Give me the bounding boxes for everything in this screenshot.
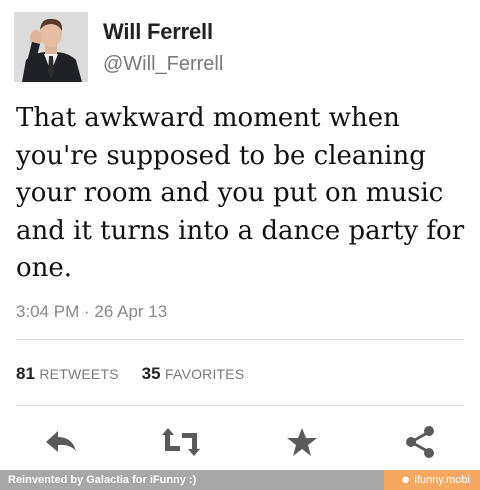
footer-site-watermark: ☻ ifunny.mobi xyxy=(384,470,480,490)
retweets-count[interactable]: 81 xyxy=(16,364,35,383)
tweet-line: your room and you put on music xyxy=(16,178,444,208)
favorites-count[interactable]: 35 xyxy=(142,364,161,383)
tweet-line: That awkward moment when xyxy=(16,103,400,133)
favorite-star-icon[interactable] xyxy=(283,424,321,460)
retweets-label[interactable]: RETWEETS xyxy=(39,366,118,382)
retweet-icon[interactable] xyxy=(160,424,200,460)
tweet-text: That awkward moment when you're supposed… xyxy=(16,100,474,288)
divider xyxy=(16,339,464,340)
tweet-line: you're supposed to be cleaning xyxy=(16,140,426,171)
tweet-stats: 81 RETWEETS 35 FAVORITES xyxy=(16,364,244,384)
divider xyxy=(16,405,464,406)
avatar[interactable] xyxy=(14,12,88,82)
share-icon[interactable] xyxy=(401,424,439,460)
favorites-label[interactable]: FAVORITES xyxy=(165,366,244,382)
footer-credit: Reinvented by Galactia for iFunny :) xyxy=(0,470,384,490)
reply-icon[interactable] xyxy=(42,424,80,460)
tweet-line: one. xyxy=(16,253,73,283)
profile-photo xyxy=(14,12,88,82)
display-name[interactable]: Will Ferrell xyxy=(103,19,213,45)
tweet-timestamp: 3:04 PM · 26 Apr 13 xyxy=(16,302,168,321)
watermark-footer: Reinvented by Galactia for iFunny :) ☻ i… xyxy=(0,470,480,490)
tweet-line: and it turns into a dance party for xyxy=(16,215,465,246)
user-handle[interactable]: @Will_Ferrell xyxy=(103,53,223,76)
